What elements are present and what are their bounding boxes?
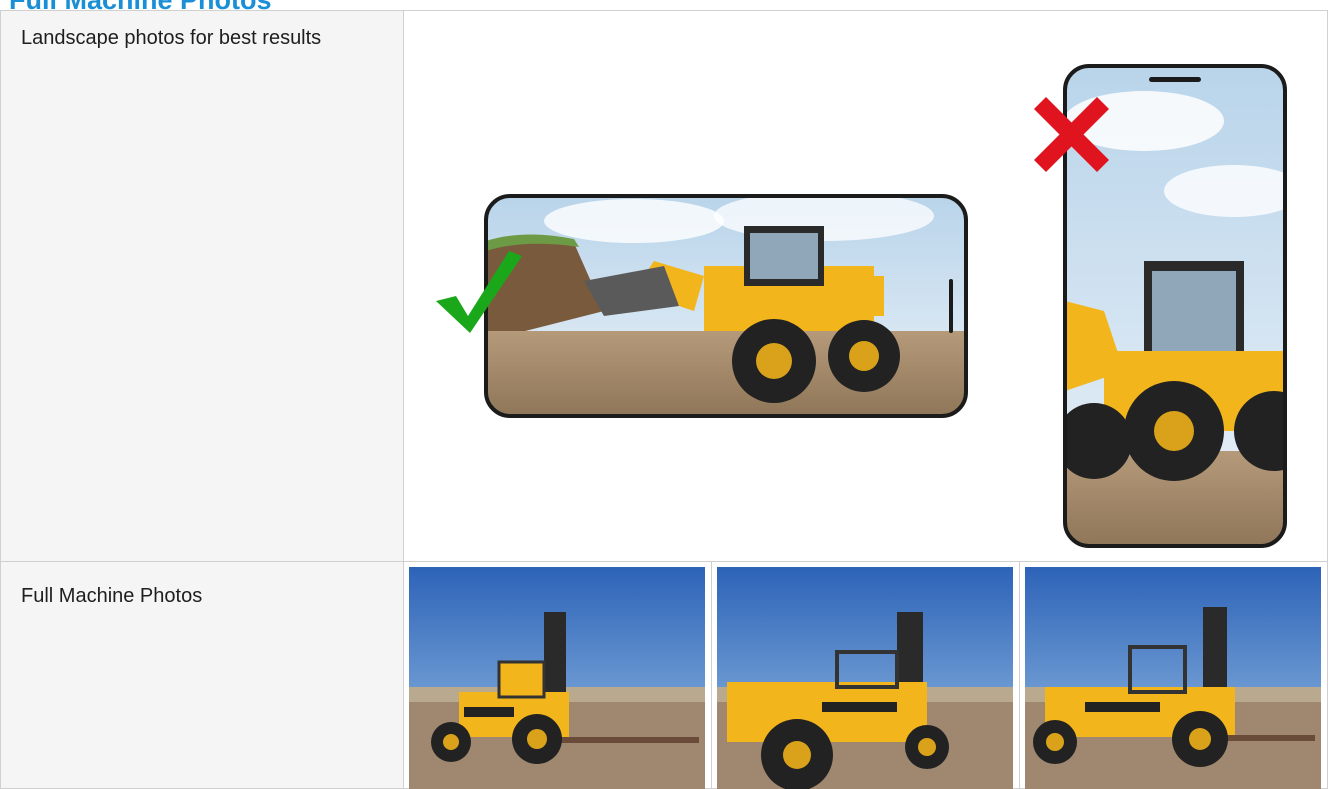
forklift-photo	[409, 567, 705, 789]
row-label-cell: Full Machine Photos	[1, 562, 404, 789]
orientation-example-cell	[404, 11, 1328, 562]
landscape-phone-example	[484, 194, 968, 418]
row-label-full-machine: Full Machine Photos	[21, 585, 203, 607]
forklift-photo	[717, 567, 1013, 789]
portrait-phone-example	[1063, 64, 1287, 548]
orientation-example-illustration	[436, 64, 1287, 548]
row-label-landscape: Landscape photos for best results	[21, 27, 322, 49]
forklift-photo	[1025, 567, 1321, 789]
full-machine-photo-3[interactable]	[1020, 562, 1328, 789]
full-machine-photo-1[interactable]	[404, 562, 712, 789]
photo-guidelines-table: Landscape photos for best results Full M…	[0, 10, 1328, 789]
row-label-cell: Landscape photos for best results	[1, 11, 404, 562]
full-machine-photo-2[interactable]	[712, 562, 1020, 789]
